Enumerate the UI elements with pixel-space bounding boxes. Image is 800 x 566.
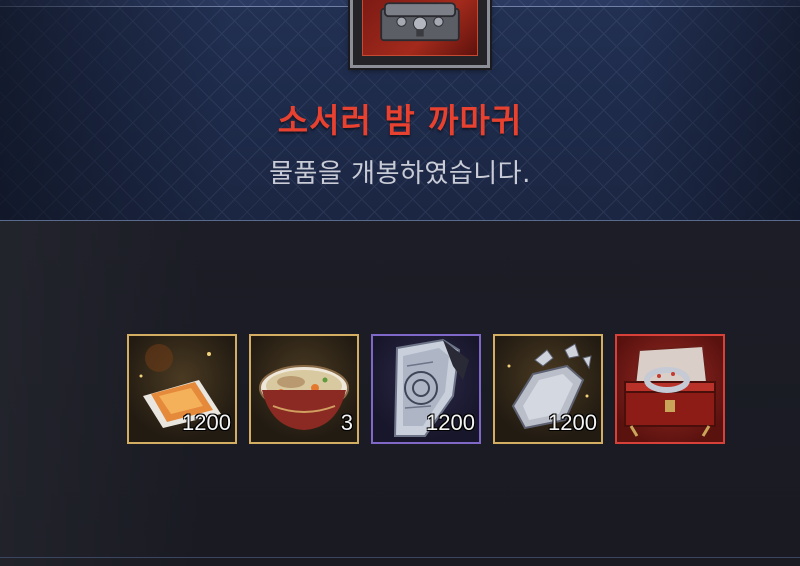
open-message: 물품을 개봉하였습니다. [269, 159, 531, 189]
opened-item-frame [350, 0, 490, 68]
reward-quantity: 1200 [548, 410, 597, 435]
reward-slot[interactable]: 1200 [127, 334, 237, 444]
reward-quantity: 3 [340, 410, 353, 435]
reward-slot[interactable] [615, 334, 725, 444]
item-title: 소서러 밤 까마귀 [277, 101, 523, 140]
bracelet-chest-icon [624, 344, 716, 437]
reward-slot[interactable]: 1200 [493, 334, 603, 444]
reward-quantity: 1200 [182, 410, 231, 435]
opened-item-background [362, 0, 478, 56]
silver-chest-icon [380, 2, 460, 42]
result-banner: 소서러 밤 까마귀 물품을 개봉하였습니다. [0, 0, 800, 221]
reward-slot[interactable]: 1200 [371, 334, 481, 444]
reward-quantity: 1200 [426, 410, 475, 435]
divider [0, 557, 800, 558]
reward-slot[interactable]: 3 [249, 334, 359, 444]
reward-slots: 1200 3 1200 1200 [127, 334, 727, 444]
